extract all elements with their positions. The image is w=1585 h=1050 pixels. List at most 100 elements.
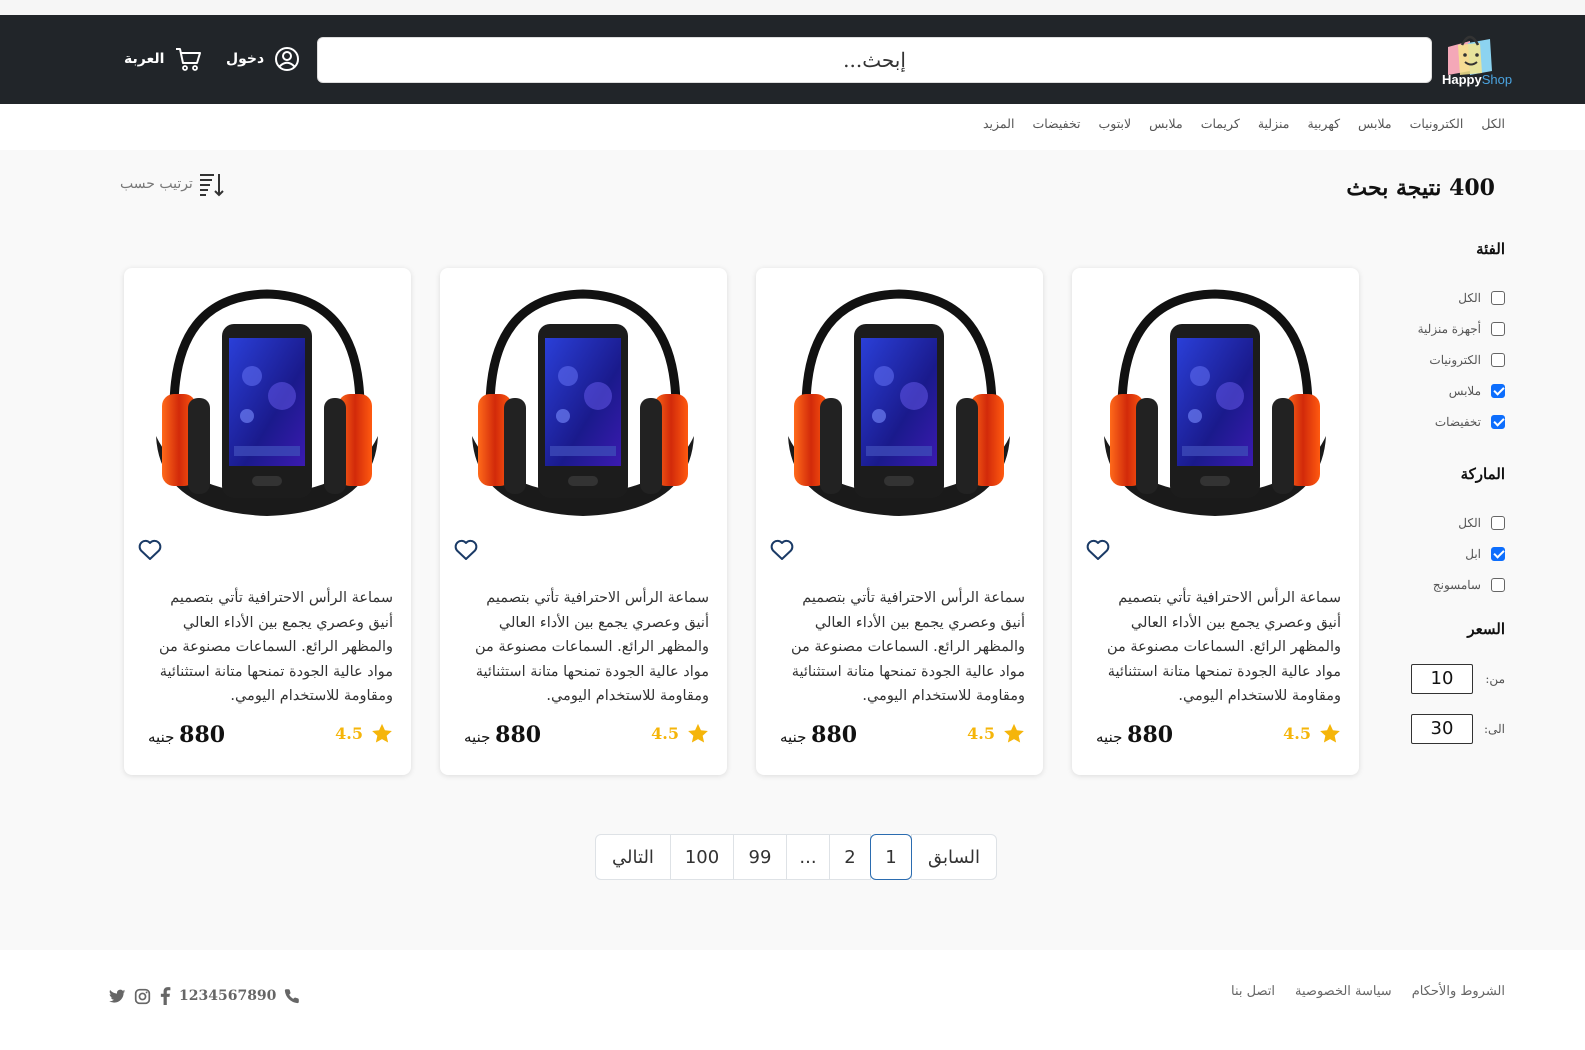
- category-home[interactable]: منزلية: [1258, 116, 1290, 131]
- favorite-heart-icon[interactable]: [453, 538, 479, 562]
- brand-filter-title: الماركة: [1460, 465, 1505, 483]
- product-card[interactable]: سماعة الرأس الاحترافية تأتي بتصميم أنيق …: [1072, 268, 1359, 775]
- checkbox[interactable]: [1491, 515, 1505, 530]
- product-card[interactable]: سماعة الرأس الاحترافية تأتي بتصميم أنيق …: [756, 268, 1043, 775]
- filter-brand-apple[interactable]: ابل: [1375, 538, 1505, 569]
- favorite-heart-icon[interactable]: [769, 538, 795, 562]
- category-laptop[interactable]: لابتوب: [1099, 116, 1132, 131]
- product-image[interactable]: [468, 286, 698, 518]
- footer-contact: 1234567890: [109, 987, 300, 1005]
- cart-icon: [176, 48, 202, 71]
- cart-button[interactable]: العربة: [124, 46, 202, 72]
- product-rating: 4.5: [651, 723, 709, 744]
- footer-link-terms[interactable]: الشروط والأحكام: [1412, 984, 1505, 999]
- rating-value: 4.5: [651, 724, 679, 743]
- product-image[interactable]: [1100, 286, 1330, 518]
- facebook-icon[interactable]: [159, 987, 171, 1005]
- checkbox[interactable]: [1491, 352, 1505, 367]
- category-clothes[interactable]: ملابس: [1358, 116, 1392, 131]
- category-electrical[interactable]: كهربية: [1307, 116, 1340, 131]
- product-price: 880 جنيه: [1096, 722, 1173, 748]
- category-creams[interactable]: كريمات: [1201, 116, 1240, 131]
- category-electronics[interactable]: الكترونيات: [1410, 116, 1464, 131]
- rating-value: 4.5: [335, 724, 363, 743]
- category-clothes-2[interactable]: ملابس: [1149, 116, 1183, 131]
- footer-links: الشروط والأحكام سياسة الخصوصية اتصل بنا: [1231, 984, 1505, 999]
- search-input[interactable]: إبحث...: [317, 37, 1432, 83]
- product-rating: 4.5: [1283, 723, 1341, 744]
- product-price-value: 880: [179, 722, 226, 748]
- filter-category-clothes[interactable]: ملابس: [1375, 375, 1505, 406]
- category-discounts[interactable]: تخفيضات: [1032, 116, 1080, 131]
- product-price: 880 جنيه: [780, 722, 857, 748]
- header: HappyShop إبحث... دخول العربة: [0, 15, 1585, 104]
- pagination-page-1[interactable]: 1: [870, 834, 912, 880]
- filter-category-home-appliances[interactable]: أجهزة منزلية: [1375, 313, 1505, 344]
- product-card[interactable]: سماعة الرأس الاحترافية تأتي بتصميم أنيق …: [124, 268, 411, 775]
- star-icon: [1004, 723, 1024, 743]
- filter-brand-all[interactable]: الكل: [1375, 507, 1505, 538]
- checkbox[interactable]: [1491, 577, 1505, 592]
- star-icon: [372, 723, 392, 743]
- pagination-page-99[interactable]: 99: [733, 834, 787, 880]
- pagination-page-100[interactable]: 100: [670, 834, 734, 880]
- checkbox-checked[interactable]: [1491, 383, 1505, 398]
- product-currency: جنيه: [780, 728, 807, 746]
- price-filter-title: السعر: [1467, 620, 1505, 638]
- footer-phone: 1234567890: [179, 988, 277, 1004]
- login-label: دخول: [226, 51, 265, 67]
- price-to-row: الى: 30: [1375, 704, 1505, 754]
- pagination-next[interactable]: التالي: [595, 834, 671, 880]
- checkbox-checked[interactable]: [1491, 546, 1505, 561]
- category-nav: الكل الكترونيات ملابس كهربية منزلية كريم…: [0, 104, 1585, 150]
- pagination-prev[interactable]: السابق: [911, 834, 997, 880]
- product-rating: 4.5: [967, 723, 1025, 744]
- rating-value: 4.5: [967, 724, 995, 743]
- sort-label: ترتيب حسب: [120, 176, 193, 192]
- category-more[interactable]: المزيد: [983, 116, 1014, 131]
- star-icon: [688, 723, 708, 743]
- twitter-icon[interactable]: [109, 989, 126, 1004]
- filter-category-discounts[interactable]: تخفيضات: [1375, 406, 1505, 437]
- sort-icon: [199, 174, 224, 197]
- checkbox[interactable]: [1491, 290, 1505, 305]
- login-button[interactable]: دخول: [226, 46, 300, 72]
- price-to-label: الى:: [1483, 722, 1505, 736]
- user-circle-icon: [275, 47, 300, 71]
- product-currency: جنيه: [148, 728, 175, 746]
- product-image[interactable]: [152, 286, 382, 518]
- pagination: التالي 100 99 ... 2 1 السابق: [595, 834, 997, 880]
- product-currency: جنيه: [1096, 728, 1123, 746]
- footer-link-contact[interactable]: اتصل بنا: [1231, 984, 1275, 999]
- price-from-label: من:: [1485, 672, 1505, 686]
- product-price: 880 جنيه: [464, 722, 541, 748]
- product-image[interactable]: [784, 286, 1014, 518]
- price-from-row: من: 10: [1375, 654, 1505, 704]
- product-description: سماعة الرأس الاحترافية تأتي بتصميم أنيق …: [474, 590, 709, 704]
- price-from-input[interactable]: 10: [1411, 664, 1473, 694]
- product-card[interactable]: سماعة الرأس الاحترافية تأتي بتصميم أنيق …: [440, 268, 727, 775]
- cart-label: العربة: [124, 51, 165, 67]
- instagram-icon[interactable]: [134, 988, 151, 1005]
- filter-brand-samsung[interactable]: سامسونج: [1375, 569, 1505, 600]
- rating-value: 4.5: [1283, 724, 1311, 743]
- product-description: سماعة الرأس الاحترافية تأتي بتصميم أنيق …: [1106, 590, 1341, 704]
- filter-category-electronics[interactable]: الكترونيات: [1375, 344, 1505, 375]
- filters-sidebar: الفئة الكل أجهزة منزلية الكترونيات ملابس…: [1375, 240, 1505, 754]
- product-rating: 4.5: [335, 723, 393, 744]
- favorite-heart-icon[interactable]: [1085, 538, 1111, 562]
- top-strip: [0, 0, 1585, 15]
- footer-link-privacy[interactable]: سياسة الخصوصية: [1295, 984, 1392, 999]
- filter-category-all[interactable]: الكل: [1375, 282, 1505, 313]
- product-description: سماعة الرأس الاحترافية تأتي بتصميم أنيق …: [790, 590, 1025, 704]
- product-currency: جنيه: [464, 728, 491, 746]
- pagination-page-2[interactable]: 2: [829, 834, 871, 880]
- star-icon: [1320, 723, 1340, 743]
- price-to-input[interactable]: 30: [1411, 714, 1473, 744]
- category-all[interactable]: الكل: [1481, 116, 1505, 131]
- checkbox[interactable]: [1491, 321, 1505, 336]
- checkbox-checked[interactable]: [1491, 414, 1505, 429]
- favorite-heart-icon[interactable]: [137, 538, 163, 562]
- product-price: 880 جنيه: [148, 722, 225, 748]
- sort-button[interactable]: ترتيب حسب: [120, 170, 225, 198]
